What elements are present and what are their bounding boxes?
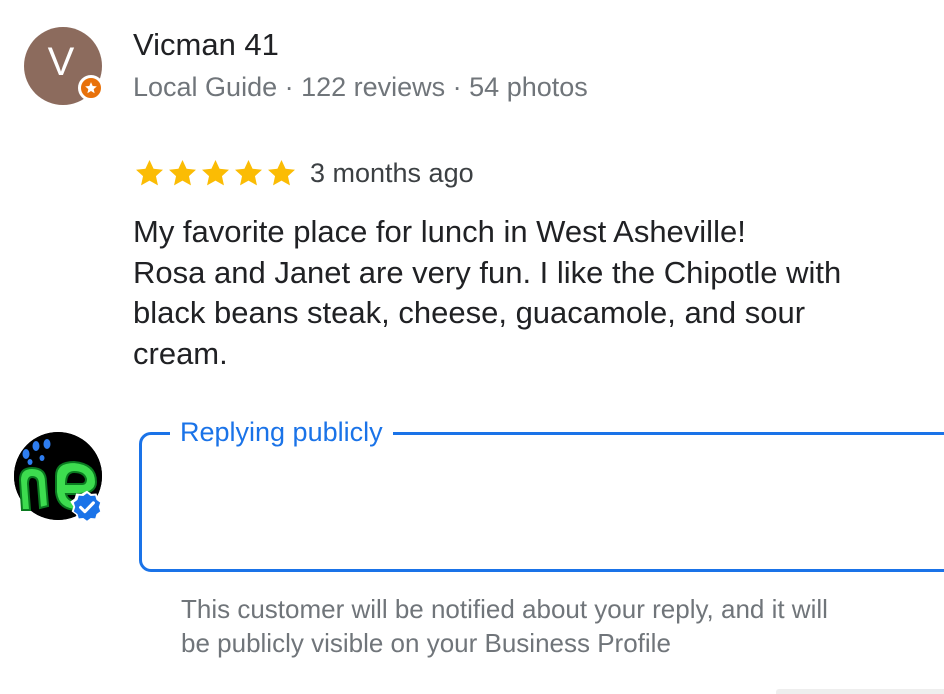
reply-notice-line: be publicly visible on your Business Pro… — [181, 628, 671, 658]
reply-field-label: Replying publicly — [170, 414, 393, 450]
review-text: My favorite place for lunch in West Ashe… — [133, 212, 943, 374]
rating-row: 3 months ago — [133, 155, 474, 191]
reply-notice-line: This customer will be notified about you… — [181, 594, 828, 624]
reviewer-meta: Local Guide · 122 reviews · 54 photos — [133, 72, 588, 102]
bottom-edge-strip — [776, 689, 944, 694]
review-time: 3 months ago — [310, 158, 474, 188]
star-icon — [235, 159, 262, 185]
star-icon — [202, 159, 229, 185]
star-icon — [169, 159, 196, 185]
star-icon — [136, 159, 163, 185]
reviewer-name[interactable]: Vicman 41 — [133, 26, 279, 64]
star-icon — [268, 159, 295, 185]
avatar-letter: V — [47, 40, 75, 84]
review-line: cream. — [133, 335, 228, 371]
verified-check-icon — [70, 490, 103, 523]
reviewer-avatar[interactable]: V — [24, 27, 104, 105]
reply-input[interactable] — [139, 432, 944, 572]
local-guide-star-icon — [78, 75, 104, 101]
business-avatar — [14, 432, 103, 523]
review-line: black beans steak, cheese, guacamole, an… — [133, 295, 806, 330]
star-rating — [133, 157, 298, 190]
reply-notice: This customer will be notified about you… — [181, 592, 944, 660]
review-line: My favorite place for lunch in West Ashe… — [133, 214, 746, 249]
review-line: Rosa and Janet are very fun. I like the … — [133, 254, 842, 290]
